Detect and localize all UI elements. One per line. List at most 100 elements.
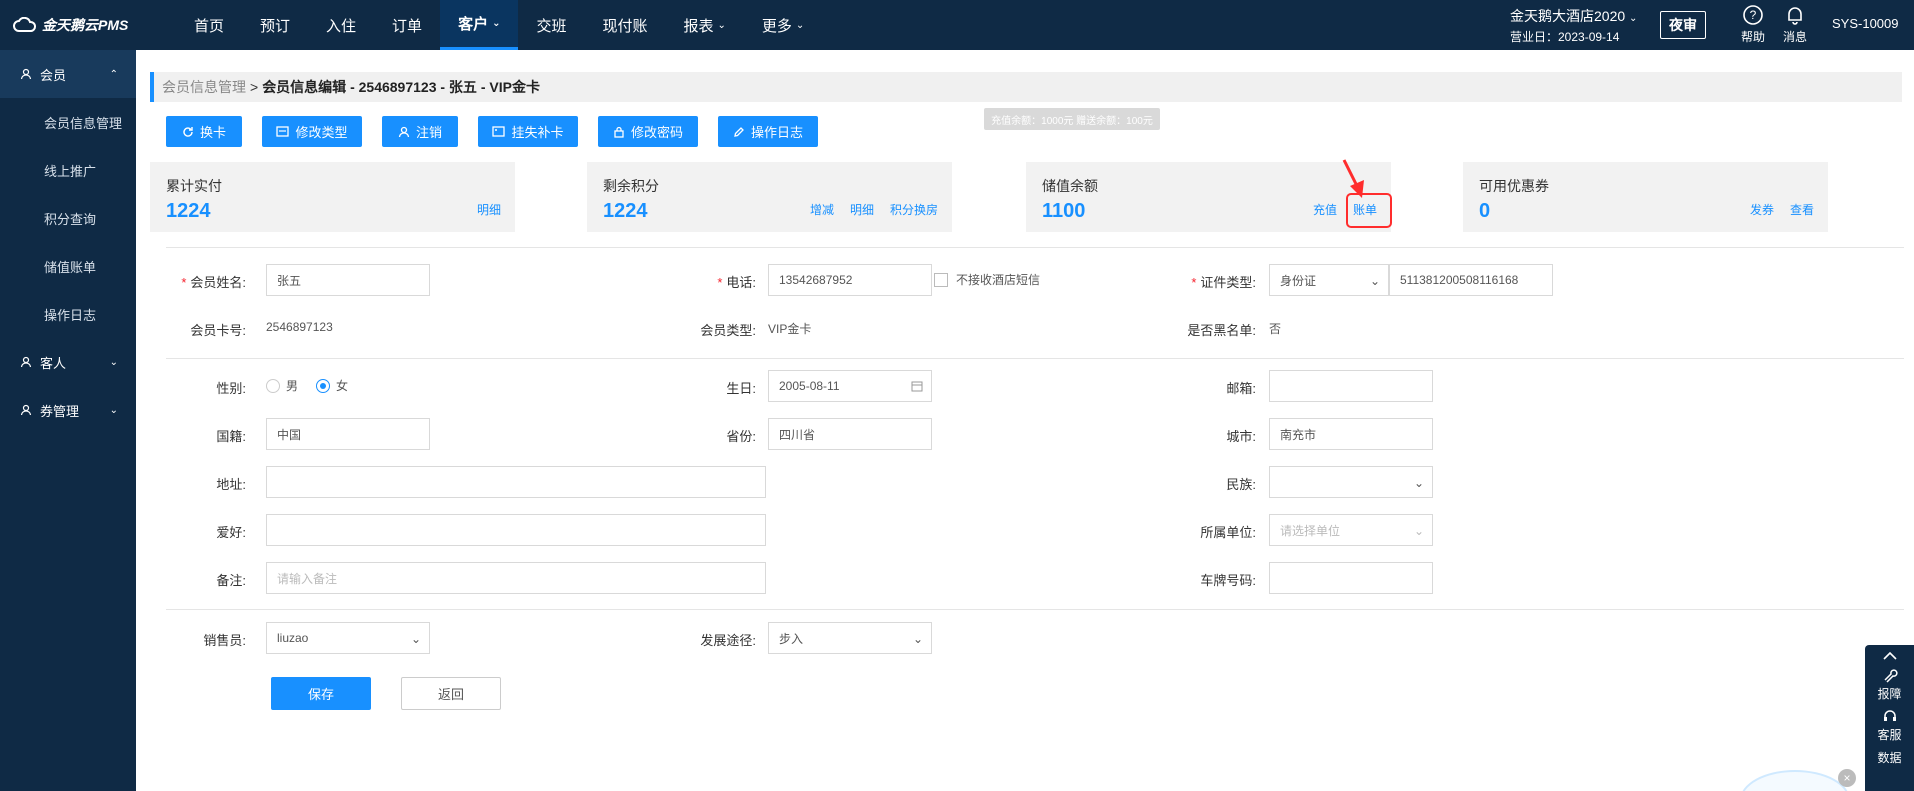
report-loss-button[interactable]: 挂失补卡 [478,116,578,147]
hobby-input[interactable] [266,514,766,546]
sales-select[interactable]: liuzao ⌄ [266,622,430,654]
breadcrumb-parent[interactable]: 会员信息管理 [162,77,246,97]
nav-checkin[interactable]: 入住 [308,0,374,50]
birthday-input[interactable]: 2005-08-11 [768,370,932,402]
gender-female-radio[interactable]: 女 [316,377,348,394]
chevron-down-icon: ⌄ [795,19,805,31]
gender-radio-group: 男 女 [266,377,366,394]
nav-label: 报表 [683,17,714,35]
id-type-select[interactable]: 身份证 ⌄ [1269,264,1389,296]
card-icon [276,126,290,137]
change-password-button[interactable]: 修改密码 [598,116,698,147]
points-redeem-link[interactable]: 积分换房 [890,201,938,218]
breadcrumb-current: 会员信息编辑 - 2546897123 - 张五 - VIP金卡 [262,79,540,95]
refresh-icon [183,126,193,137]
report-issue-button[interactable]: 报障 [1865,667,1914,702]
gender-male-radio[interactable]: 男 [266,377,298,394]
member-type-label: 会员类型: [700,323,756,338]
change-password-label: 修改密码 [630,125,683,140]
change-card-label: 换卡 [199,125,226,140]
nav-customers[interactable]: 客户 ⌄ [440,0,519,50]
nationality-input[interactable]: 中国 [266,418,430,450]
modify-type-button[interactable]: 修改类型 [262,116,362,147]
points-detail-link[interactable]: 明细 [850,201,874,218]
card-no-value: 2546897123 [266,320,333,334]
app-logo[interactable]: 金天鹅云PMS [0,0,136,50]
sidebar-item-operation-log[interactable]: 操作日志 [0,290,136,338]
chevron-up-icon: ⌃ [109,68,118,80]
user-account[interactable]: SYS-10009 [1832,16,1899,31]
save-button[interactable]: 保存 [271,677,371,710]
points-card: 剩余积分 1224 增减 明细 积分换房 [587,162,952,232]
remark-input[interactable]: 请输入备注 [266,562,766,594]
nav-reports[interactable]: 报表 ⌄ [666,0,744,50]
province-input[interactable]: 四川省 [768,418,932,450]
card-no-label: 会员卡号: [190,323,246,338]
sidebar-group-member[interactable]: 会员 ⌃ [0,50,136,98]
nav-shift[interactable]: 交班 [518,0,584,50]
view-coupon-link[interactable]: 查看 [1790,201,1814,218]
edit-icon [734,126,744,137]
back-button[interactable]: 返回 [401,677,501,710]
nav-label: 现付账 [602,17,648,35]
nav-cash-account[interactable]: 现付账 [584,0,665,50]
hobby-label: 爱好: [216,525,246,540]
sidebar-item-online-promo[interactable]: 线上推广 [0,146,136,194]
nav-orders[interactable]: 订单 [374,0,440,50]
sidebar: 会员 ⌃ 会员信息管理 线上推广 积分查询 储值账单 操作日志 客人 ⌄ 券管理 ⌄ [0,50,136,791]
sidebar-item-stored-value-bill[interactable]: 储值账单 [0,242,136,290]
divider [166,609,1904,610]
city-input[interactable]: 南充市 [1269,418,1433,450]
operation-log-button[interactable]: 操作日志 [718,116,818,147]
messages-button[interactable]: 消息 [1775,4,1815,45]
sidebar-group-guest[interactable]: 客人 ⌄ [0,338,136,386]
data-button[interactable]: 数据 [1865,749,1914,766]
company-select[interactable]: 请选择单位 ⌄ [1269,514,1433,546]
night-audit-button[interactable]: 夜审 [1660,11,1706,39]
plate-input[interactable] [1269,562,1433,594]
id-number-input[interactable]: 511381200508116168 [1389,264,1553,296]
divider [166,358,1904,359]
cancel-membership-button[interactable]: 注销 [382,116,458,147]
close-icon[interactable]: × [1838,769,1856,787]
sms-opt-out-checkbox[interactable]: 不接收酒店短信 [934,271,1040,288]
sidebar-group-label: 客人 [40,355,67,371]
issue-coupon-link[interactable]: 发券 [1750,201,1774,218]
modify-type-label: 修改类型 [295,125,348,140]
lock-icon [614,126,624,138]
phone-input[interactable]: 13542687952 [768,264,932,296]
nav-label: 入住 [326,17,357,35]
bell-icon [1788,7,1802,25]
headset-icon [1883,710,1896,721]
customer-service-button[interactable]: 客服 [1865,708,1914,743]
nav-booking[interactable]: 预订 [242,0,308,50]
email-input[interactable] [1269,370,1433,402]
nav-more[interactable]: 更多 ⌄ [744,0,822,50]
chevron-down-icon: ⌄ [1629,13,1638,24]
sidebar-item-points-query[interactable]: 积分查询 [0,194,136,242]
chevron-down-icon: ⌄ [912,632,923,646]
hotel-name: 金天鹅大酒店2020 [1510,8,1626,24]
channel-select[interactable]: 步入 ⌄ [768,622,932,654]
help-button[interactable]: ? 帮助 [1733,4,1773,45]
collapse-button[interactable] [1865,651,1914,661]
name-input[interactable]: 张五 [266,264,430,296]
ethnicity-select[interactable]: ⌄ [1269,466,1433,498]
recharge-link[interactable]: 充值 [1313,201,1337,218]
sidebar-item-member-info[interactable]: 会员信息管理 [0,98,136,146]
stored-value-card: 储值余额 1100 充值 账单 [1026,162,1391,232]
name-label: * 会员姓名: [181,275,246,290]
plate-label: 车牌号码: [1200,573,1256,588]
image-card-icon [492,126,506,137]
detail-link[interactable]: 明细 [477,201,501,218]
sidebar-group-coupon[interactable]: 券管理 ⌄ [0,386,136,434]
nav-home[interactable]: 首页 [176,0,242,50]
adjust-points-link[interactable]: 增减 [810,201,834,218]
company-label: 所属单位: [1200,525,1256,540]
hotel-selector[interactable]: 金天鹅大酒店2020 ⌄ 营业日：2023-09-14 [1510,6,1650,45]
change-card-button[interactable]: 换卡 [166,116,242,147]
address-input[interactable] [266,466,766,498]
province-label: 省份: [726,429,756,444]
member-type-value: VIP金卡 [768,322,812,336]
user-icon [20,404,32,416]
